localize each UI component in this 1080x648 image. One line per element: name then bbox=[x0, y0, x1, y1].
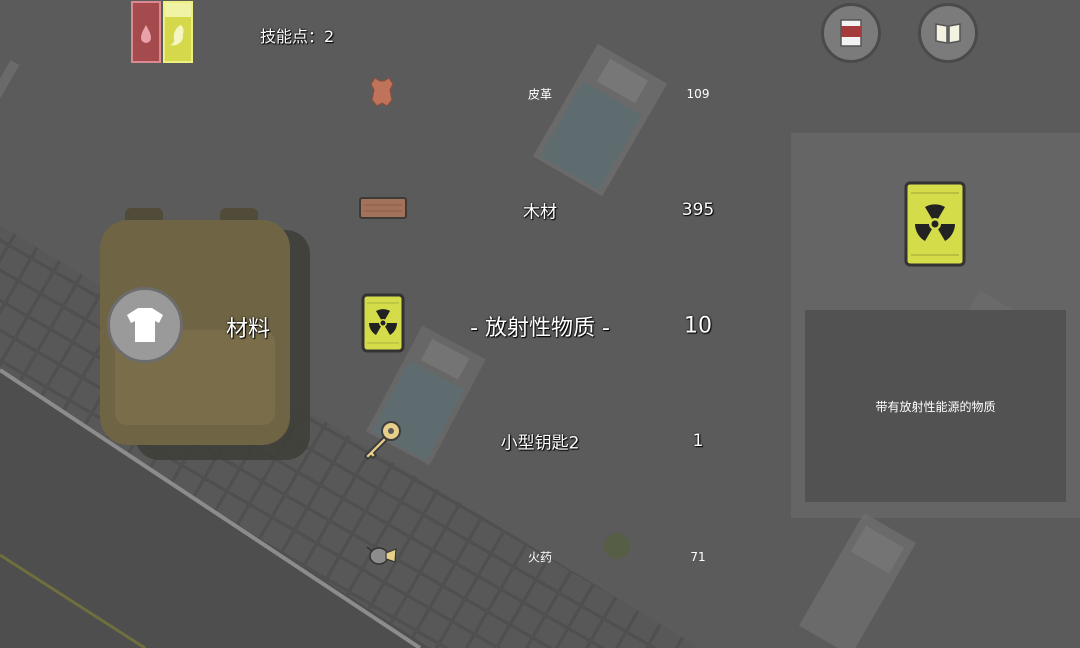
wood-plank-icon bbox=[359, 197, 407, 219]
gunpowder-icon bbox=[366, 546, 397, 565]
key-icon bbox=[364, 421, 401, 460]
journal-button[interactable] bbox=[918, 3, 978, 63]
radioactive-barrel-icon bbox=[904, 181, 966, 267]
item-count: 71 bbox=[690, 550, 706, 564]
item-name: 木材 bbox=[523, 202, 557, 223]
item-count: 10 bbox=[684, 313, 712, 339]
item-description: 带有放射性能源的物质 bbox=[875, 399, 996, 414]
blood-status-bar bbox=[131, 1, 161, 63]
item-name: 火药 bbox=[527, 550, 553, 565]
skill-points-label: 技能点：2 bbox=[260, 27, 335, 46]
category-button[interactable] bbox=[107, 287, 183, 363]
item-detail-panel: 带有放射性能源的物质 bbox=[791, 133, 1080, 518]
food-icon bbox=[165, 3, 191, 46]
item-count: 109 bbox=[686, 87, 710, 101]
shirt-icon bbox=[127, 308, 163, 342]
inventory-can-button[interactable] bbox=[821, 3, 881, 63]
hunger-status-bar bbox=[163, 1, 193, 63]
category-label: 材料 bbox=[226, 317, 271, 342]
item-count: 1 bbox=[692, 431, 704, 451]
item-name: 小型钥匙2 bbox=[500, 433, 580, 454]
leather-icon bbox=[370, 77, 394, 107]
can-icon bbox=[840, 19, 862, 47]
item-name: - 放射性物质 - bbox=[470, 316, 610, 341]
item-description-box: 带有放射性能源的物质 bbox=[805, 310, 1066, 502]
item-count: 395 bbox=[681, 200, 715, 220]
book-icon bbox=[935, 23, 961, 44]
item-name: 皮革 bbox=[527, 87, 553, 102]
radioactive-barrel-icon bbox=[361, 293, 405, 353]
blood-drop-icon bbox=[141, 25, 151, 43]
